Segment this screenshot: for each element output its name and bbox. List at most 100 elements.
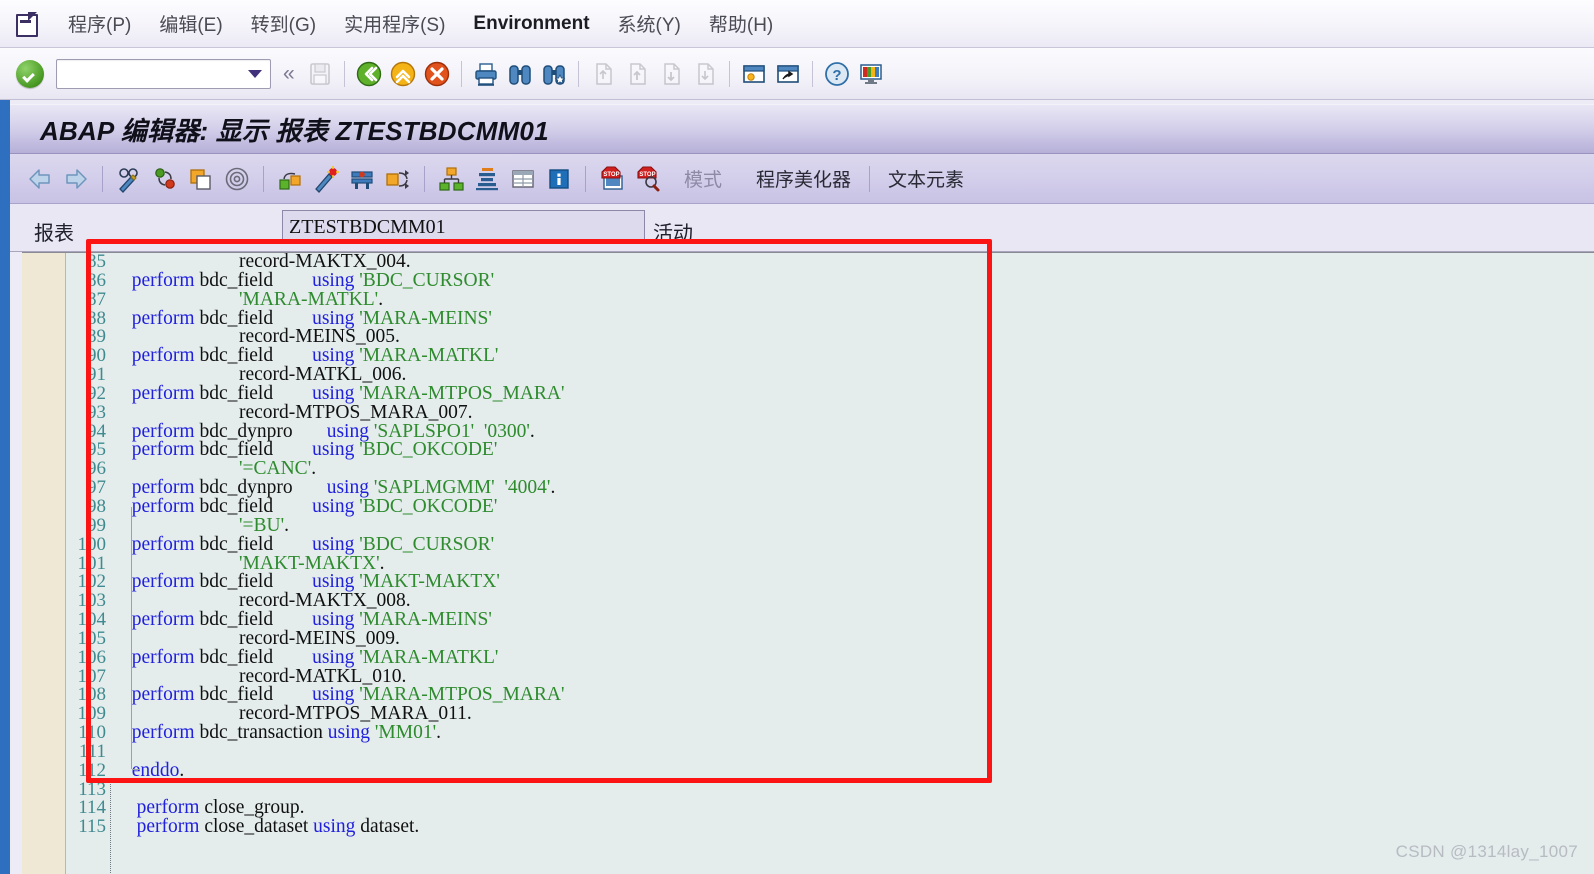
navigation-stack-button[interactable] <box>276 165 304 193</box>
code-token: 'MARA-MEINS' <box>359 307 492 329</box>
pretty-printer-button[interactable] <box>473 165 501 193</box>
where-used-button[interactable] <box>223 165 251 193</box>
code-token: . <box>378 288 384 310</box>
code-token: using <box>312 495 355 517</box>
code-token: record-MEINS_009. <box>122 627 400 649</box>
code-token: perform <box>131 646 195 668</box>
pretty-printer-label[interactable]: 程序美化器 <box>746 162 861 195</box>
code-token: 'BDC_OKCODE' <box>359 495 498 517</box>
save-button[interactable] <box>306 60 334 88</box>
code-token: using <box>326 420 369 442</box>
command-field[interactable] <box>56 58 271 89</box>
print-button[interactable] <box>472 60 500 88</box>
check-button[interactable] <box>312 165 340 193</box>
back-nav-button[interactable] <box>26 165 54 193</box>
code-token: record-MTPOS_MARA_011. <box>122 703 472 725</box>
code-token: 'BDC_OKCODE' <box>359 439 498 461</box>
breakpoint-button[interactable]: STOP <box>634 165 662 193</box>
report-name-input[interactable] <box>282 210 645 244</box>
info-button[interactable] <box>545 165 573 193</box>
first-page-button[interactable] <box>589 60 617 88</box>
editor-breakpoint-gutter[interactable] <box>22 253 66 874</box>
display-change-button[interactable] <box>115 165 143 193</box>
code-token: using <box>312 533 355 555</box>
last-page-button[interactable] <box>691 60 719 88</box>
text-elements-label[interactable]: 文本元素 <box>878 162 974 195</box>
exit-button[interactable] <box>389 60 417 88</box>
display-table-button[interactable] <box>509 165 537 193</box>
editor-code-line[interactable]: perform bdc_transaction using 'MM01'. <box>114 722 1594 744</box>
code-token: perform <box>131 684 195 706</box>
code-token: bdc_field <box>194 345 313 367</box>
menu-item-goto[interactable]: 转到(G) <box>237 6 330 41</box>
other-object-button[interactable] <box>151 165 179 193</box>
application-toolbar: STOP STOP 模式 程序美化器 文本元素 <box>10 154 1594 204</box>
editor-line-number: 115 <box>78 816 106 838</box>
generate-button[interactable] <box>384 165 412 193</box>
previous-page-button[interactable] <box>623 60 651 88</box>
mode-label[interactable]: 模式 <box>674 162 732 195</box>
cancel-button[interactable] <box>423 60 451 88</box>
menu-item-utilities[interactable]: 实用程序(S) <box>330 6 459 41</box>
page-title: ABAP 编辑器: 显示 报表 ZTESTBDCMM01 <box>40 115 549 146</box>
find-button[interactable] <box>506 60 534 88</box>
svg-text:STOP: STOP <box>603 172 619 178</box>
report-status-label: 活动 <box>653 223 693 245</box>
double-chevron-left-icon[interactable]: « <box>283 62 295 86</box>
debug-button[interactable]: STOP <box>598 165 626 193</box>
menu-label-goto: 转到(G) <box>250 15 317 36</box>
create-shortcut-button[interactable] <box>774 60 802 88</box>
chevron-down-icon[interactable] <box>248 69 262 78</box>
editor-code-line[interactable]: perform bdc_field using 'BDC_OKCODE' <box>114 439 1594 461</box>
sap-system-menu-icon[interactable] <box>14 11 40 37</box>
code-token: '0300' <box>483 420 530 442</box>
svg-text:?: ? <box>832 67 841 84</box>
menu-item-help[interactable]: 帮助(H) <box>695 6 787 41</box>
code-token: using <box>312 307 355 329</box>
find-next-button[interactable] <box>540 60 568 88</box>
enter-button[interactable] <box>16 59 44 88</box>
code-token: bdc_transaction <box>194 722 328 744</box>
create-session-button[interactable] <box>740 60 768 88</box>
menu-item-program[interactable]: 程序(P) <box>54 6 145 41</box>
code-token: enddo <box>131 759 180 781</box>
editor-code-line[interactable]: perform close_dataset using dataset. <box>114 816 1594 837</box>
editor-code-lines[interactable]: record-MAKTX_004. perform bdc_field usin… <box>114 253 1594 874</box>
forward-nav-button[interactable] <box>62 165 90 193</box>
next-page-button[interactable] <box>657 60 685 88</box>
editor-code-line[interactable] <box>114 743 1594 762</box>
help-button[interactable]: ? <box>823 60 851 88</box>
screen-title-bar: ABAP 编辑器: 显示 报表 ZTESTBDCMM01 <box>10 104 1594 154</box>
editor-line-number: 93 <box>87 401 106 423</box>
code-token: using <box>312 646 355 668</box>
code-token: perform <box>131 269 195 291</box>
menu-item-edit[interactable]: 编辑(E) <box>145 6 236 41</box>
menu-item-environment[interactable]: Environment <box>459 9 603 39</box>
code-token: 'MARA-MATKL' <box>359 646 499 668</box>
code-token: using <box>312 345 355 367</box>
activate-button[interactable] <box>348 165 376 193</box>
customize-layout-button[interactable] <box>857 60 885 88</box>
editor-code-line[interactable]: enddo. <box>114 759 1594 781</box>
copy-button[interactable] <box>187 165 215 193</box>
code-token: bdc_field <box>194 646 313 668</box>
code-token: 'MARA-MATKL' <box>239 288 379 310</box>
editor-code-line[interactable] <box>114 781 1594 800</box>
back-button[interactable] <box>355 60 383 88</box>
editor-code-line[interactable]: perform bdc_field using 'BDC_OKCODE' <box>114 495 1594 517</box>
code-token: . <box>550 477 556 499</box>
code-token: using <box>312 269 355 291</box>
code-token: . <box>529 420 535 442</box>
code-token: using <box>327 722 371 744</box>
code-editor[interactable]: 85 86 87 88 89 90 91 92 93 94 95 96 97 98 99 100 101 102 1… <box>22 252 1594 874</box>
menu-label-environment: Environment <box>473 12 590 34</box>
object-list-button[interactable] <box>437 165 465 193</box>
command-input[interactable] <box>57 59 248 88</box>
menu-item-system[interactable]: 系统(Y) <box>604 6 695 41</box>
